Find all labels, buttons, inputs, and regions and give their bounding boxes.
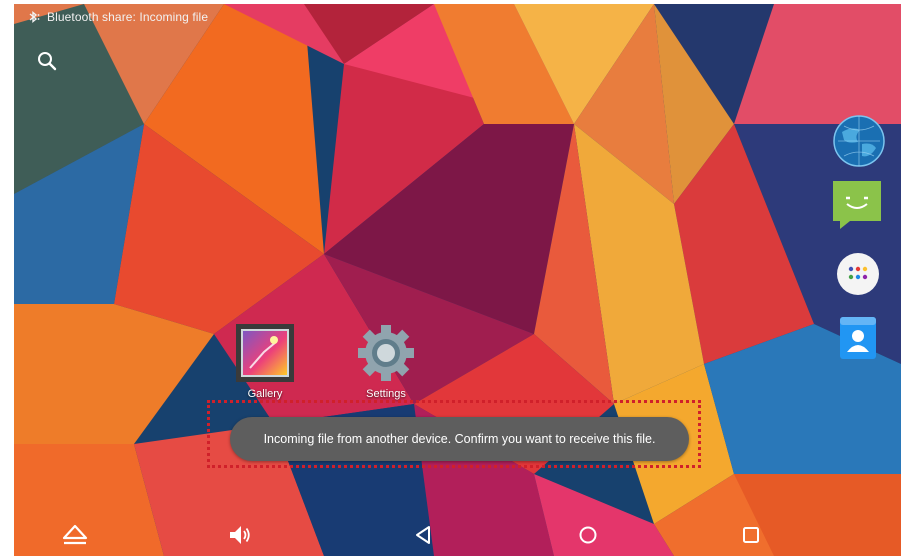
navigation-bar	[14, 510, 901, 556]
recents-button[interactable]	[736, 520, 766, 550]
back-button[interactable]	[408, 520, 438, 550]
home-icon	[579, 526, 597, 544]
gallery-icon	[236, 324, 294, 382]
gallery-app[interactable]: Gallery	[223, 322, 307, 408]
bluetooth-icon	[29, 11, 40, 23]
recents-icon	[743, 527, 759, 543]
browser-app[interactable]	[832, 114, 886, 168]
gallery-label: Gallery	[247, 388, 283, 400]
home-button[interactable]	[573, 520, 603, 550]
hide-bar-button[interactable]	[60, 520, 90, 550]
hide-bar-icon	[62, 524, 88, 545]
app-drawer-icon	[837, 253, 879, 295]
status-bar: Bluetooth share: Incoming file	[14, 4, 901, 30]
settings-app[interactable]: Settings	[344, 322, 428, 408]
contacts-icon	[840, 317, 876, 359]
search-icon	[38, 52, 57, 71]
volume-icon	[230, 526, 250, 544]
messaging-app[interactable]	[832, 180, 884, 230]
volume-button[interactable]	[224, 520, 254, 550]
notification-text: Bluetooth share: Incoming file	[47, 10, 209, 24]
contacts-app[interactable]	[836, 316, 880, 360]
tablet-screen: Bluetooth share: Incoming file Gallery S…	[14, 4, 901, 556]
search-button[interactable]	[36, 50, 58, 72]
toast-highlight-box	[207, 400, 701, 468]
wallpaper	[14, 4, 901, 556]
globe-icon	[833, 115, 885, 167]
app-drawer-button[interactable]	[836, 252, 880, 296]
settings-label: Settings	[366, 388, 406, 400]
back-icon	[416, 526, 430, 544]
gear-icon	[358, 325, 414, 381]
messaging-icon	[833, 181, 881, 229]
